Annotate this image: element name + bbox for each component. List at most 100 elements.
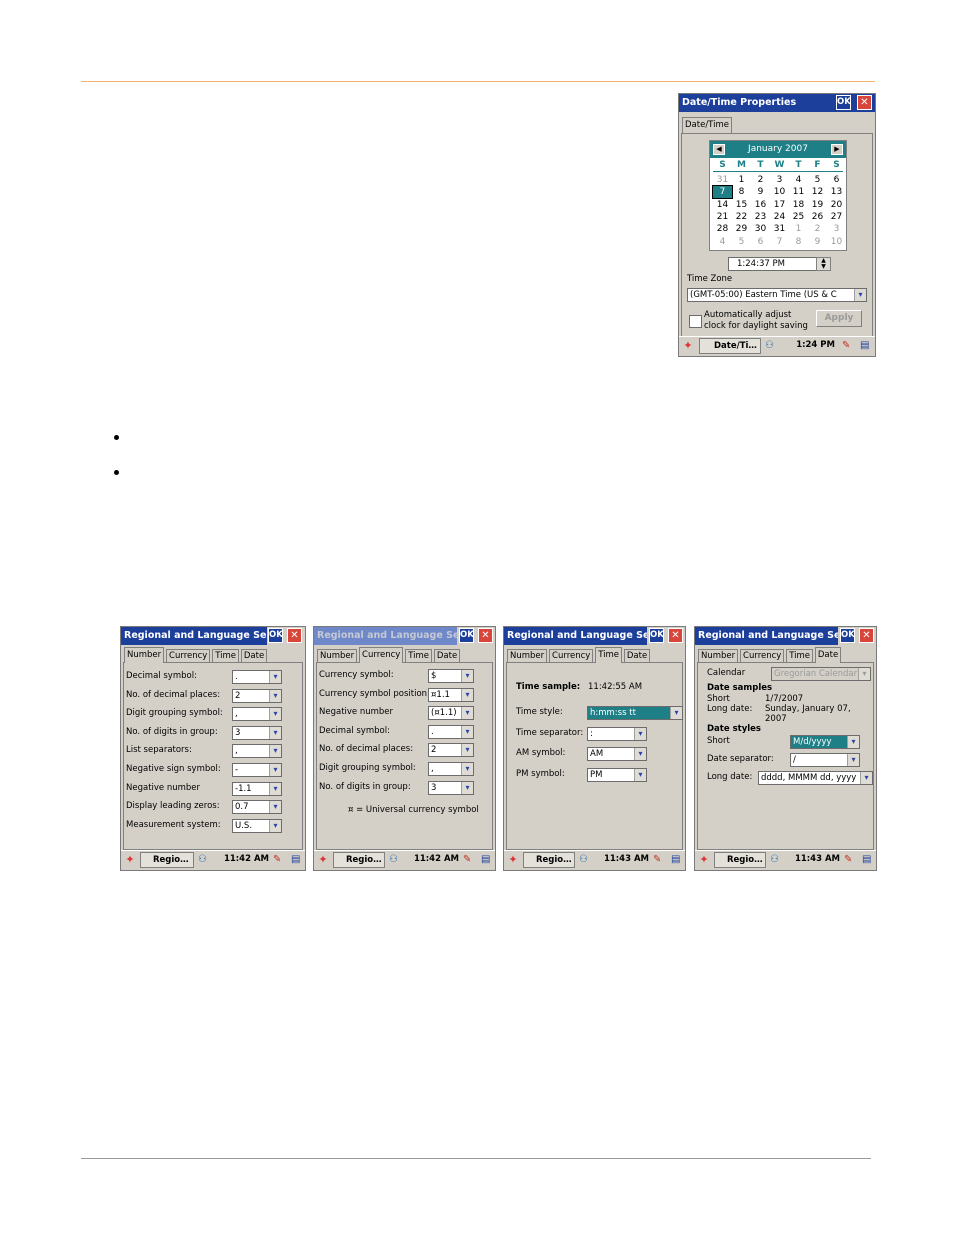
tab-date[interactable]: Date [814,647,842,663]
timezone-select[interactable]: (GMT-05:00) Eastern Time (US & C ▾ [687,288,867,302]
calendar-day[interactable]: 8 [732,186,751,198]
start-icon[interactable]: ✦ [506,853,520,867]
ok-button[interactable]: OK [840,628,855,643]
calendar-day[interactable]: 10 [827,236,846,248]
calendar-day[interactable]: 3 [770,174,789,186]
tab-time[interactable]: Time [405,649,433,663]
calendar-day[interactable]: 18 [789,199,808,211]
clock[interactable]: 11:42 AM [219,852,269,868]
keyboard-icon[interactable]: ✎ [463,854,471,866]
clock[interactable]: 11:43 AM [599,852,649,868]
ok-button[interactable]: OK [459,628,474,643]
field-select[interactable]: 3 ▾ [232,725,282,740]
keyboard-icon[interactable]: ✎ [273,854,281,866]
tab-time[interactable]: Time [595,647,623,663]
taskbar-app-button[interactable]: Regio… [523,852,575,868]
start-icon[interactable]: ✦ [697,853,711,867]
tab-number[interactable]: Number [507,649,548,663]
calendar-day[interactable]: 6 [751,236,770,248]
calendar-day[interactable]: 12 [808,186,827,198]
calendar-day[interactable]: 1 [789,223,808,235]
keyboard-icon[interactable]: ✎ [653,854,661,866]
start-icon[interactable]: ✦ [123,853,137,867]
field-select[interactable]: $ ▾ [428,669,474,683]
field-select[interactable]: 3 ▾ [428,780,474,795]
desktop-icon[interactable]: ▤ [860,340,869,352]
time-spinner[interactable]: ▲ ▼ [816,257,831,271]
next-month-button[interactable]: ▶ [831,144,843,155]
field-select[interactable]: . ▾ [428,724,474,739]
calendar-day[interactable]: 13 [827,186,846,198]
desktop-icon[interactable]: ▤ [291,854,300,866]
taskbar-app-button[interactable]: Regio… [333,852,385,868]
field-select[interactable]: AM ▾ [587,747,647,761]
calendar-day[interactable]: 24 [770,211,789,223]
field-select[interactable]: 2 ▾ [232,688,282,703]
calendar-day[interactable]: 14 [713,199,732,211]
network-icon[interactable]: ⚇ [579,854,588,866]
tab-currency[interactable]: Currency [359,647,404,663]
tab-currency[interactable]: Currency [740,649,785,663]
field-select[interactable]: : ▾ [587,726,647,741]
ok-button[interactable]: OK [649,628,664,643]
network-icon[interactable]: ⚇ [765,340,774,352]
calendar-day-selected[interactable]: 7 [712,185,733,200]
desktop-icon[interactable]: ▤ [862,854,871,866]
short-style-select[interactable]: M/d/yyyy ▾ [790,735,860,749]
tab-date[interactable]: Date [623,649,651,663]
tab-time[interactable]: Time [212,649,240,663]
field-select[interactable]: U.S. ▾ [232,818,282,833]
tab-currency[interactable]: Currency [166,649,211,663]
calendar-day[interactable]: 5 [808,174,827,186]
calendar-day[interactable]: 17 [770,199,789,211]
taskbar-app-button[interactable]: Regio… [714,852,766,868]
field-select[interactable]: PM ▾ [587,767,647,782]
long-style-select[interactable]: dddd, MMMM dd, yyyy ▾ [758,771,873,785]
tab-number[interactable]: Number [698,649,739,663]
prev-month-button[interactable]: ◀ [713,144,725,155]
calendar-day[interactable]: 30 [751,223,770,235]
field-select[interactable]: , ▾ [232,744,282,759]
field-select[interactable]: (¤1.1) ▾ [428,706,474,721]
field-select[interactable]: -1.1 ▾ [232,781,282,796]
calendar-day[interactable]: 7 [770,236,789,248]
calendar-day[interactable]: 20 [827,199,846,211]
ok-button[interactable]: OK [268,628,283,643]
network-icon[interactable]: ⚇ [770,854,779,866]
network-icon[interactable]: ⚇ [389,854,398,866]
dst-checkbox[interactable] [689,315,702,328]
field-select[interactable]: ¤1.1 ▾ [428,687,474,702]
calendar-day[interactable]: 8 [789,236,808,248]
field-select[interactable]: . ▾ [232,670,282,684]
close-button[interactable]: ✕ [859,628,874,643]
close-button[interactable]: ✕ [287,628,302,643]
calendar-day[interactable]: 31 [713,174,732,186]
keyboard-icon[interactable]: ✎ [844,854,852,866]
calendar-day[interactable]: 25 [789,211,808,223]
field-select[interactable]: , ▾ [428,762,474,776]
tab-number[interactable]: Number [124,647,165,663]
clock[interactable]: 1:24 PM [787,338,837,354]
calendar-day[interactable]: 4 [789,174,808,186]
keyboard-icon[interactable]: ✎ [842,340,850,352]
network-icon[interactable]: ⚇ [198,854,207,866]
calendar-day[interactable]: 9 [808,236,827,248]
tab-number[interactable]: Number [317,649,358,663]
calendar-day[interactable]: 29 [732,223,751,235]
calendar-day[interactable]: 6 [827,174,846,186]
calendar-day[interactable]: 5 [732,236,751,248]
calendar-day[interactable]: 15 [732,199,751,211]
clock[interactable]: 11:42 AM [409,852,459,868]
calendar-day[interactable]: 10 [770,186,789,198]
calendar-day[interactable]: 26 [808,211,827,223]
calendar-day[interactable]: 22 [732,211,751,223]
calendar-day[interactable]: 3 [827,223,846,235]
tab-datetime[interactable]: Date/Time [682,117,732,133]
calendar-day[interactable]: 28 [713,223,732,235]
close-button[interactable]: ✕ [857,95,872,110]
field-select[interactable]: , ▾ [232,707,282,722]
field-select[interactable]: 0.7 ▾ [232,800,282,815]
calendar-day[interactable]: 21 [713,211,732,223]
taskbar-app-button[interactable]: Regio… [140,852,194,868]
tab-date[interactable]: Date [433,649,461,663]
